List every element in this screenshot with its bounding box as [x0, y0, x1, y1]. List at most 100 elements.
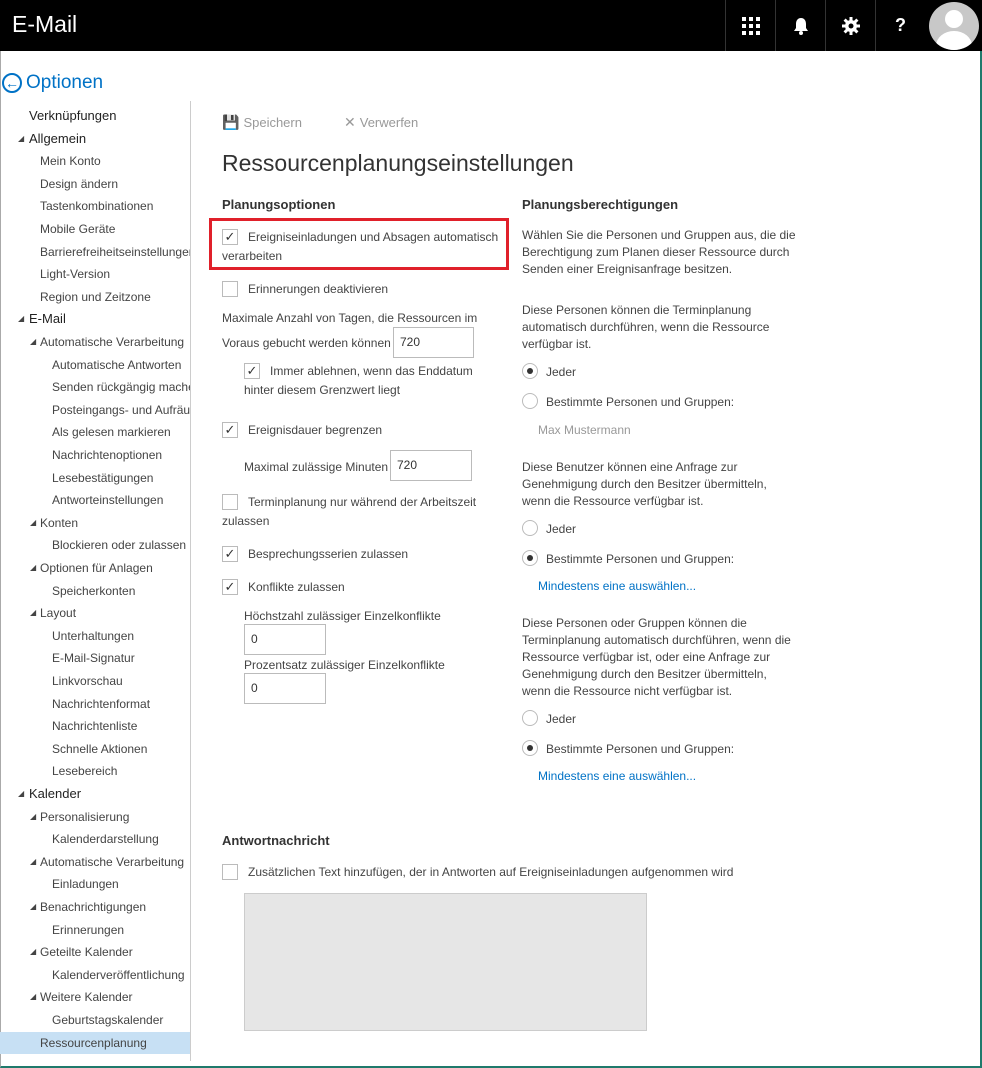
work-hours-checkbox[interactable] [222, 494, 238, 510]
sidebar-item[interactable]: Blockieren oder zulassen [0, 534, 190, 556]
sidebar-item[interactable]: Automatische Antworten [0, 354, 190, 376]
sidebar-item[interactable]: Posteingangs- und Aufräumregeln [0, 399, 190, 421]
sidebar-item[interactable]: Einladungen [0, 873, 190, 895]
group3-select-link[interactable]: Mindestens eine auswählen... [538, 769, 696, 783]
reply-heading: Antwortnachricht [222, 833, 330, 848]
percent-conflicts-input[interactable]: 0 [244, 673, 326, 704]
limit-duration-checkbox[interactable]: ✓ [222, 422, 238, 438]
sidebar-item[interactable]: Schnelle Aktionen [0, 738, 190, 760]
sidebar-item-label: Weitere Kalender [40, 990, 133, 1004]
group1-specific-radio[interactable] [522, 393, 538, 409]
sidebar-item[interactable]: Design ändern [0, 173, 190, 195]
recurring-checkbox[interactable]: ✓ [222, 546, 238, 562]
max-conflicts-input[interactable]: 0 [244, 624, 326, 655]
sidebar-item[interactable]: Personalisierung ◢ [0, 806, 190, 828]
conflicts-checkbox[interactable]: ✓ [222, 579, 238, 595]
sidebar-item[interactable]: Nachrichtenoptionen [0, 444, 190, 466]
save-button[interactable]: 💾 Speichern [222, 114, 302, 131]
sidebar-item[interactable]: E-Mail ◢ [0, 308, 190, 330]
discard-button[interactable]: ✕ Verwerfen [344, 114, 418, 131]
sidebar-item[interactable]: Erinnerungen [0, 919, 190, 941]
options-back-link[interactable]: ← Optionen [2, 72, 103, 94]
sidebar-item[interactable]: Lesebestätigungen [0, 467, 190, 489]
notifications-button[interactable] [775, 0, 825, 51]
save-label: Speichern [243, 115, 302, 130]
expand-triangle-icon[interactable]: ◢ [30, 896, 36, 918]
settings-button[interactable] [825, 0, 875, 51]
sidebar-item[interactable]: Lesebereich [0, 760, 190, 782]
group3-specific-label: Bestimmte Personen und Gruppen: [546, 742, 735, 756]
apps-icon [741, 16, 760, 35]
expand-triangle-icon[interactable]: ◢ [18, 783, 24, 805]
sidebar-item[interactable]: Speicherkonten [0, 580, 190, 602]
sidebar-item[interactable]: Automatische Verarbeitung ◢ [0, 331, 190, 353]
expand-triangle-icon[interactable]: ◢ [30, 806, 36, 828]
group3-everyone-radio[interactable] [522, 710, 538, 726]
sidebar-item[interactable]: Ressourcenplanung [0, 1032, 190, 1054]
sidebar-item[interactable]: Kalenderdarstellung [0, 828, 190, 850]
sidebar-item[interactable]: Tastenkombinationen [0, 195, 190, 217]
expand-triangle-icon[interactable]: ◢ [30, 557, 36, 579]
expand-triangle-icon[interactable]: ◢ [18, 308, 24, 330]
sidebar-item[interactable]: Allgemein ◢ [0, 128, 190, 150]
sidebar-item[interactable]: Benachrichtigungen ◢ [0, 896, 190, 918]
sidebar-item-label: Layout [40, 606, 77, 620]
sidebar-item[interactable]: Kalender ◢ [0, 783, 190, 805]
sidebar-item[interactable]: Mobile Geräte [0, 218, 190, 240]
sidebar-item[interactable]: E-Mail-Signatur [0, 647, 190, 669]
group2-specific-radio[interactable] [522, 550, 538, 566]
expand-triangle-icon[interactable]: ◢ [30, 941, 36, 963]
group2-select-link[interactable]: Mindestens eine auswählen... [538, 579, 696, 593]
sidebar-item-label: Schnelle Aktionen [52, 742, 148, 756]
sidebar-item[interactable]: Nachrichtenliste [0, 715, 190, 737]
max-days-input[interactable]: 720 [393, 327, 474, 358]
sidebar-item[interactable]: Nachrichtenformat [0, 693, 190, 715]
sidebar-item[interactable]: Region und Zeitzone [0, 286, 190, 308]
recurring-label: Besprechungsserien zulassen [248, 547, 409, 561]
expand-triangle-icon[interactable]: ◢ [30, 512, 36, 534]
add-reply-text-checkbox[interactable] [222, 864, 238, 880]
sidebar-item[interactable]: Automatische Verarbeitung ◢ [0, 851, 190, 873]
sidebar-item[interactable]: Verknüpfungen [0, 105, 190, 127]
sidebar-item[interactable]: Optionen für Anlagen ◢ [0, 557, 190, 579]
sidebar-item[interactable]: Barrierefreiheitseinstellungen [0, 241, 190, 263]
reply-textarea[interactable] [244, 893, 647, 1031]
sidebar-item[interactable]: Light-Version [0, 263, 190, 285]
sidebar-item-label: Nachrichtenoptionen [52, 448, 163, 462]
disable-reminders-checkbox[interactable] [222, 281, 238, 297]
sidebar-item[interactable]: Layout ◢ [0, 602, 190, 624]
expand-triangle-icon[interactable]: ◢ [18, 128, 24, 150]
sidebar-item[interactable]: Mein Konto [0, 150, 190, 172]
app-title: E-Mail [12, 11, 78, 37]
max-conflicts-label: Höchstzahl zulässiger Einzelkonflikte [244, 609, 441, 623]
sidebar-item-label: Benachrichtigungen [40, 900, 147, 914]
sidebar-item[interactable]: Senden rückgängig machen [0, 376, 190, 398]
expand-triangle-icon[interactable]: ◢ [30, 602, 36, 624]
sidebar-item[interactable]: Linkvorschau [0, 670, 190, 692]
auto-process-checkbox[interactable]: ✓ [222, 229, 238, 245]
sidebar-item-label: Automatische Verarbeitung [40, 855, 185, 869]
sidebar-item[interactable]: Konten ◢ [0, 512, 190, 534]
app-launcher-button[interactable] [725, 0, 775, 51]
sidebar-item[interactable]: Unterhaltungen [0, 625, 190, 647]
group2-everyone-radio[interactable] [522, 520, 538, 536]
always-decline-checkbox[interactable]: ✓ [244, 363, 260, 379]
sidebar-item[interactable]: Geburtstagskalender [0, 1009, 190, 1031]
sidebar-item[interactable]: Antworteinstellungen [0, 489, 190, 511]
sidebar-item-label: Erinnerungen [52, 923, 125, 937]
sidebar-item-label: Antworteinstellungen [52, 493, 164, 507]
sidebar-item[interactable]: Geteilte Kalender ◢ [0, 941, 190, 963]
sidebar-item-label: Automatische Antworten [52, 358, 182, 372]
expand-triangle-icon[interactable]: ◢ [30, 331, 36, 353]
help-button[interactable]: ? [875, 0, 925, 51]
sidebar-item[interactable]: Als gelesen markieren [0, 421, 190, 443]
expand-triangle-icon[interactable]: ◢ [30, 851, 36, 873]
limit-duration-label: Ereignisdauer begrenzen [248, 423, 383, 437]
group3-specific-radio[interactable] [522, 740, 538, 756]
sidebar-item[interactable]: Weitere Kalender ◢ [0, 986, 190, 1008]
max-minutes-input[interactable]: 720 [390, 450, 472, 481]
avatar[interactable] [929, 2, 979, 50]
sidebar-item[interactable]: Kalenderveröffentlichung [0, 964, 190, 986]
group1-everyone-radio[interactable] [522, 363, 538, 379]
expand-triangle-icon[interactable]: ◢ [30, 986, 36, 1008]
